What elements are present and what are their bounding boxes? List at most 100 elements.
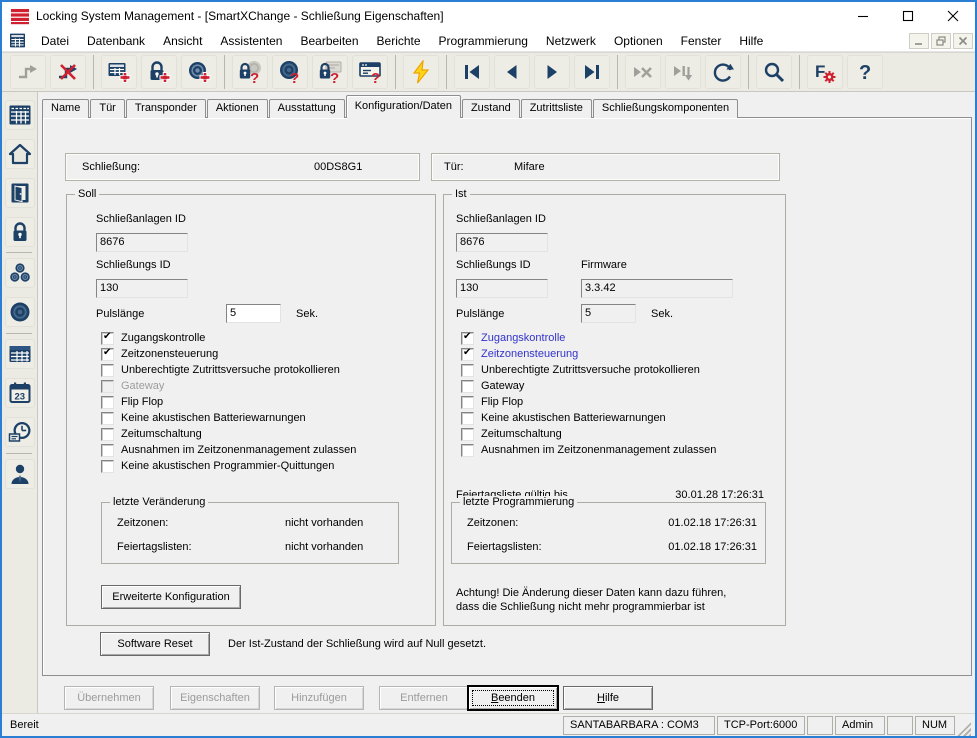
report-options-icon[interactable]: F [807, 55, 843, 89]
ist-checkbox-ausnahmen[interactable]: Ausnahmen im Zeitzonenmanagement zulasse… [461, 443, 716, 457]
soll-checkbox-zeitzonensteuerung[interactable]: Zeitzonensteuerung [101, 347, 218, 361]
ist-checkbox-protokollieren[interactable]: Unberechtigte Zutrittsversuche protokoll… [461, 363, 700, 377]
ist-puls-field[interactable]: 5 [581, 304, 636, 323]
nav-prev-icon[interactable] [494, 55, 530, 89]
menu-hilfe[interactable]: Hilfe [730, 31, 772, 51]
read-transponder-icon[interactable]: ? [272, 55, 308, 89]
areas-icon[interactable] [5, 139, 35, 169]
checkbox-box[interactable] [461, 428, 474, 441]
checkbox-box[interactable] [461, 412, 474, 425]
ist-firmware-field[interactable]: 3.3.42 [581, 279, 733, 298]
resize-grip-icon[interactable] [957, 722, 971, 736]
checkbox-box[interactable] [101, 444, 114, 457]
ist-schliessung-field[interactable]: 130 [456, 279, 548, 298]
ist-checkbox-zeitzonensteuerung[interactable]: Zeitzonensteuerung [461, 347, 578, 361]
menu-bearbeiten[interactable]: Bearbeiten [291, 31, 367, 51]
hilfe-button[interactable]: Hilfe [563, 686, 653, 710]
checkbox-box[interactable] [101, 332, 114, 345]
menu-ansicht[interactable]: Ansicht [154, 31, 211, 51]
menu-assistenten[interactable]: Assistenten [211, 31, 291, 51]
soll-anlage-field[interactable]: 8676 [96, 233, 188, 252]
mdi-close-button[interactable] [953, 33, 973, 49]
menu-fenster[interactable]: Fenster [672, 31, 731, 51]
soll-checkbox-zugangskontrolle[interactable]: Zugangskontrolle [101, 331, 205, 345]
new-lock-icon[interactable] [141, 55, 177, 89]
soll-checkbox-programmier-quittungen[interactable]: Keine akustischen Programmier-Quittungen [101, 459, 334, 473]
ist-checkbox-zeitumschaltung[interactable]: Zeitumschaltung [461, 427, 562, 441]
tab-konfiguration-daten[interactable]: Konfiguration/Daten [346, 95, 461, 118]
soll-puls-field[interactable]: 5 [226, 304, 281, 323]
tab-name[interactable]: Name [42, 99, 89, 118]
checkbox-box[interactable] [461, 364, 474, 377]
soll-checkbox-flip-flop[interactable]: Flip Flop [101, 395, 163, 409]
ist-puls-unit: Sek. [651, 308, 673, 320]
new-locking-system-icon[interactable] [101, 55, 137, 89]
new-transponder-icon[interactable] [181, 55, 217, 89]
minimize-button[interactable] [840, 2, 885, 30]
lock-icon[interactable] [5, 217, 35, 247]
checkbox-box[interactable] [101, 460, 114, 473]
maximize-button[interactable] [885, 2, 930, 30]
transponder-icon[interactable] [5, 297, 35, 327]
menu-programmierung[interactable]: Programmierung [430, 31, 537, 51]
time-zone-plan-icon[interactable] [5, 417, 35, 447]
tab-aktionen[interactable]: Aktionen [207, 99, 268, 118]
door-icon[interactable] [5, 178, 35, 208]
user-icon[interactable] [5, 459, 35, 489]
checkbox-box[interactable] [461, 380, 474, 393]
software-reset-button[interactable]: Software Reset [100, 632, 210, 656]
checkbox-box[interactable] [101, 428, 114, 441]
nav-next-icon[interactable] [534, 55, 570, 89]
checkbox-box[interactable] [461, 332, 474, 345]
nav-first-icon[interactable] [454, 55, 490, 89]
locking-plan-icon[interactable] [5, 100, 35, 130]
soll-checkbox-protokollieren[interactable]: Unberechtigte Zutrittsversuche protokoll… [101, 363, 340, 377]
menu-datei[interactable]: Datei [32, 31, 78, 51]
menu-datenbank[interactable]: Datenbank [78, 31, 154, 51]
mdi-restore-button[interactable] [931, 33, 951, 49]
tab-zustand[interactable]: Zustand [462, 99, 520, 118]
menu-optionen[interactable]: Optionen [605, 31, 672, 51]
list-icon[interactable] [5, 339, 35, 369]
soll-checkbox-zeitumschaltung[interactable]: Zeitumschaltung [101, 427, 202, 441]
read-network-icon[interactable]: ? [352, 55, 388, 89]
soll-checkbox-batteriewarnungen[interactable]: Keine akustischen Batteriewarnungen [101, 411, 306, 425]
ist-checkbox-zugangskontrolle[interactable]: Zugangskontrolle [461, 331, 565, 345]
soll-checkbox-ausnahmen[interactable]: Ausnahmen im Zeitzonenmanagement zulasse… [101, 443, 356, 457]
checkbox-box[interactable] [101, 412, 114, 425]
sidebar: 23 [2, 92, 38, 713]
ist-anlage-field[interactable]: 8676 [456, 233, 548, 252]
checkbox-box[interactable] [461, 396, 474, 409]
read-lock-icon[interactable]: ? [232, 55, 268, 89]
calendar-icon[interactable]: 23 [5, 378, 35, 408]
beenden-button[interactable]: Beenden [468, 686, 558, 710]
tab-tuer[interactable]: Tür [90, 99, 125, 118]
close-button[interactable] [930, 2, 975, 30]
program-flash-icon[interactable] [403, 55, 439, 89]
ist-checkbox-flip-flop[interactable]: Flip Flop [461, 395, 523, 409]
tab-schliessungskomponenten[interactable]: Schließungskomponenten [593, 99, 738, 118]
ist-checkbox-batteriewarnungen[interactable]: Keine akustischen Batteriewarnungen [461, 411, 666, 425]
menu-netzwerk[interactable]: Netzwerk [537, 31, 605, 51]
search-icon[interactable] [756, 55, 792, 89]
checkbox-box[interactable] [461, 444, 474, 457]
help-icon[interactable]: ? [847, 55, 883, 89]
ist-checkbox-gateway[interactable]: Gateway [461, 379, 524, 393]
read-lock-g1-icon[interactable]: ? [312, 55, 348, 89]
erweiterte-konfiguration-button[interactable]: Erweiterte Konfiguration [101, 585, 241, 609]
checkbox-box[interactable] [101, 396, 114, 409]
tab-transponder[interactable]: Transponder [126, 99, 206, 118]
soll-group-title: Soll [75, 188, 99, 200]
menu-berichte[interactable]: Berichte [368, 31, 430, 51]
checkbox-box[interactable] [101, 348, 114, 361]
disconnect-icon[interactable] [50, 55, 86, 89]
transponder-groups-icon[interactable] [5, 258, 35, 288]
checkbox-box[interactable] [461, 348, 474, 361]
checkbox-box[interactable] [101, 364, 114, 377]
tab-ausstattung[interactable]: Ausstattung [269, 99, 345, 118]
soll-schliessung-field[interactable]: 130 [96, 279, 188, 298]
nav-last-icon[interactable] [574, 55, 610, 89]
refresh-icon[interactable] [705, 55, 741, 89]
mdi-minimize-button[interactable] [909, 33, 929, 49]
tab-zutrittsliste[interactable]: Zutrittsliste [521, 99, 592, 118]
